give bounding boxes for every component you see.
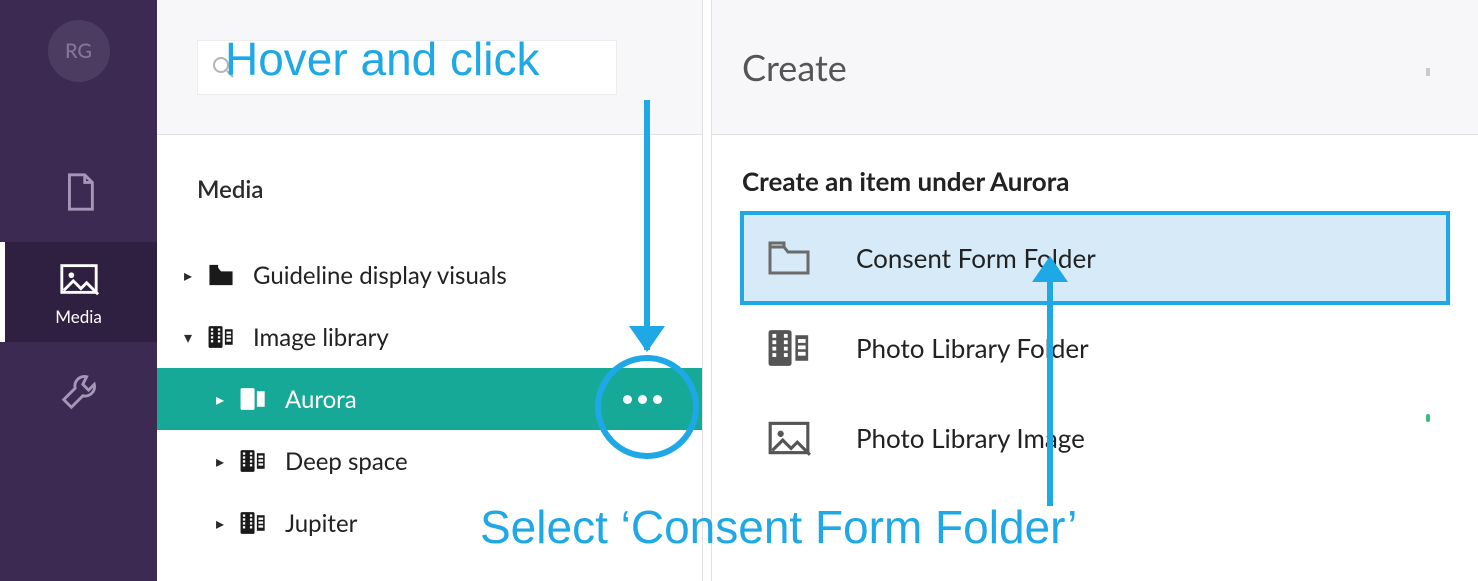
tree-body: Media ▸ Guideline display visuals ▾ Imag… — [157, 135, 702, 554]
nav-media-label: Media — [55, 306, 102, 327]
caret-down-icon: ▾ — [177, 328, 199, 347]
create-option-photo-library-folder[interactable]: Photo Library Folder — [742, 303, 1448, 393]
create-option-photo-library-image[interactable]: Photo Library Image — [742, 393, 1448, 483]
tree-node-deep-space[interactable]: ▸ Deep space — [157, 430, 702, 492]
avatar[interactable]: RG — [48, 20, 110, 82]
tree-node-label: Guideline display visuals — [253, 261, 507, 290]
edge-marker — [1426, 414, 1430, 422]
tree-node-label: Aurora — [285, 385, 357, 414]
panel-divider — [702, 0, 712, 581]
tree-node-label: Image library — [253, 323, 389, 352]
folder-icon — [205, 262, 237, 288]
caret-right-icon: ▸ — [209, 390, 231, 409]
ellipsis-icon — [653, 395, 662, 404]
caret-right-icon: ▸ — [209, 452, 231, 471]
caret-right-icon: ▸ — [177, 266, 199, 285]
nav-media[interactable]: Media — [0, 242, 157, 342]
tree-node-aurora[interactable]: ▸ Aurora — [157, 368, 702, 430]
film-roll-icon — [203, 323, 239, 351]
app-sidebar: RG Media — [0, 0, 157, 581]
wrench-icon — [58, 371, 100, 413]
caret-right-icon: ▸ — [209, 514, 231, 533]
create-body: Create an item under Aurora Consent Form… — [712, 135, 1478, 483]
create-panel: Create Create an item under Aurora Conse… — [712, 0, 1478, 581]
tree-node-guideline[interactable]: ▸ Guideline display visuals — [157, 244, 702, 306]
picture-icon — [58, 258, 100, 300]
edge-marker — [1426, 68, 1430, 76]
film-roll-icon — [235, 509, 271, 537]
file-icon — [58, 171, 100, 213]
tree-panel: Media ▸ Guideline display visuals ▾ Imag… — [157, 0, 702, 581]
tree-node-image-library[interactable]: ▾ Image library — [157, 306, 702, 368]
node-actions-button[interactable] — [623, 395, 662, 404]
create-option-label: Photo Library Folder — [856, 332, 1089, 364]
search-input[interactable] — [197, 40, 617, 95]
folder-outline-icon — [766, 235, 812, 281]
tree-header — [157, 0, 702, 135]
create-option-consent-form-folder[interactable]: Consent Form Folder — [742, 213, 1448, 303]
create-option-label: Photo Library Image — [856, 422, 1085, 454]
tree-title: Media — [157, 175, 702, 204]
create-header: Create — [712, 0, 1478, 135]
ellipsis-icon — [638, 395, 647, 404]
film-roll-icon — [766, 325, 812, 371]
search-icon — [210, 54, 236, 80]
nav-content[interactable] — [0, 142, 157, 242]
film-roll-icon — [235, 385, 271, 413]
tree-node-jupiter[interactable]: ▸ Jupiter — [157, 492, 702, 554]
nav-settings[interactable] — [0, 342, 157, 442]
film-roll-icon — [235, 447, 271, 475]
tree-node-label: Deep space — [285, 447, 408, 476]
create-option-label: Consent Form Folder — [856, 242, 1096, 274]
tree-node-label: Jupiter — [285, 509, 357, 538]
ellipsis-icon — [623, 395, 632, 404]
create-subtitle: Create an item under Aurora — [742, 165, 1448, 197]
picture-icon — [766, 415, 812, 461]
avatar-initials: RG — [65, 39, 92, 63]
